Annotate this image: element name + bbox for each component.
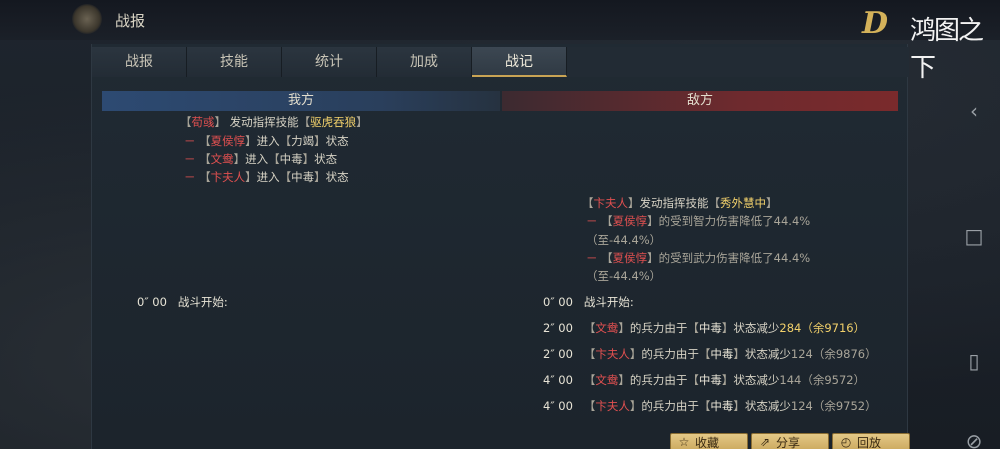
state-name: 中毒: [291, 170, 315, 184]
tab-skills[interactable]: 技能: [187, 47, 282, 77]
enemy-event-line: 4″ 00 【卞夫人】的兵力由于【中毒】状态减少124（余9752）: [543, 399, 877, 413]
enemy-log-line: － 【夏侯惇】的受到智力伤害降低了44.4%: [586, 214, 811, 228]
timestamp: 0″ 00: [543, 295, 573, 309]
top-bar: 战报 D 鸿图之下: [0, 0, 1000, 83]
tab-bar: 战报 技能 统计 加成 战记: [92, 47, 909, 77]
section-header-mine: 我方: [102, 91, 500, 111]
tab-report[interactable]: 战报: [92, 47, 187, 77]
tab-bar-filler: [567, 47, 909, 77]
star-icon: ☆: [678, 435, 690, 449]
tab-stats[interactable]: 统计: [282, 47, 377, 77]
general-name[interactable]: 荀彧: [192, 115, 215, 129]
mine-battle-start: 0″ 00 战斗开始:: [137, 295, 228, 309]
skill-name[interactable]: 秀外慧中: [720, 196, 766, 210]
page-title: 战报: [115, 12, 146, 30]
timestamp: 0″ 00: [137, 295, 167, 309]
logo-text: 鸿图之下: [910, 16, 984, 83]
general-name[interactable]: 夏侯惇: [613, 214, 648, 228]
enemy-event-line: 2″ 00 【卞夫人】的兵力由于【中毒】状态减少124（余9876）: [543, 347, 877, 361]
back-emblem-icon[interactable]: [72, 4, 102, 34]
game-logo: D 鸿图之下: [862, 4, 994, 83]
share-icon: ⇗: [759, 435, 771, 449]
log-text: 发动指挥技能: [229, 115, 299, 129]
timestamp: 4″ 00: [543, 373, 573, 387]
mine-log-line: － 【卞夫人】进入【中毒】状态: [184, 170, 349, 184]
close-icon[interactable]: ⊘: [963, 430, 985, 449]
mine-log-line: － 【夏侯惇】进入【力竭】状态: [184, 134, 349, 148]
system-nav-rail: ‹ □ ▯ ⊘: [955, 90, 995, 449]
replay-button[interactable]: ◴ 回放: [832, 433, 910, 449]
general-name[interactable]: 卞夫人: [595, 347, 630, 361]
state-name: 力竭: [291, 134, 315, 148]
mine-log-line: 【荀彧】 发动指挥技能【驱虎吞狼】: [180, 115, 368, 129]
general-name[interactable]: 夏侯惇: [613, 251, 648, 265]
enemy-log-line: － 【夏侯惇】的受到武力伤害降低了44.4%: [586, 251, 811, 265]
enemy-event-line: 4″ 00 【文鸯】的兵力由于【中毒】状态减少144（余9572）: [543, 373, 866, 387]
enemy-log-line: 【卞夫人】发动指挥技能【秀外慧中】: [582, 196, 778, 210]
logo-mark: D: [862, 6, 889, 41]
section-header-enemy: 敌方: [502, 91, 898, 111]
favorite-button[interactable]: ☆ 收藏: [670, 433, 748, 449]
tab-bonus[interactable]: 加成: [377, 47, 472, 77]
enemy-log-line: （至-44.4%）: [586, 269, 662, 283]
enemy-log-line: （至-44.4%）: [586, 233, 662, 247]
battle-report-panel: 战报 技能 统计 加成 战记 我方 敌方 【荀彧】 发动指挥技能【驱虎吞狼】 －…: [91, 44, 909, 449]
mine-log-line: － 【文鸯】进入【中毒】状态: [184, 152, 338, 166]
tab-battle-log[interactable]: 战记: [472, 47, 567, 77]
general-name[interactable]: 卞夫人: [211, 170, 246, 184]
chevron-left-icon[interactable]: ‹: [963, 100, 985, 122]
general-name[interactable]: 夏侯惇: [211, 134, 246, 148]
home-square-icon[interactable]: □: [963, 225, 985, 247]
replay-icon: ◴: [840, 435, 852, 449]
timestamp: 2″ 00: [543, 321, 573, 335]
skill-name[interactable]: 驱虎吞狼: [310, 115, 356, 129]
general-name[interactable]: 文鸯: [595, 321, 618, 335]
recent-apps-icon[interactable]: ▯: [963, 350, 985, 372]
general-name[interactable]: 文鸯: [595, 373, 618, 387]
timestamp: 2″ 00: [543, 347, 573, 361]
state-name: 中毒: [279, 152, 303, 166]
enemy-event-line: 2″ 00 【文鸯】的兵力由于【中毒】状态减少284（余9716）: [543, 321, 866, 335]
timestamp: 4″ 00: [543, 399, 573, 413]
general-name[interactable]: 卞夫人: [595, 399, 630, 413]
enemy-battle-start: 0″ 00 战斗开始:: [543, 295, 634, 309]
general-name[interactable]: 卞夫人: [594, 196, 629, 210]
share-button[interactable]: ⇗ 分享: [751, 433, 829, 449]
general-name[interactable]: 文鸯: [211, 152, 234, 166]
